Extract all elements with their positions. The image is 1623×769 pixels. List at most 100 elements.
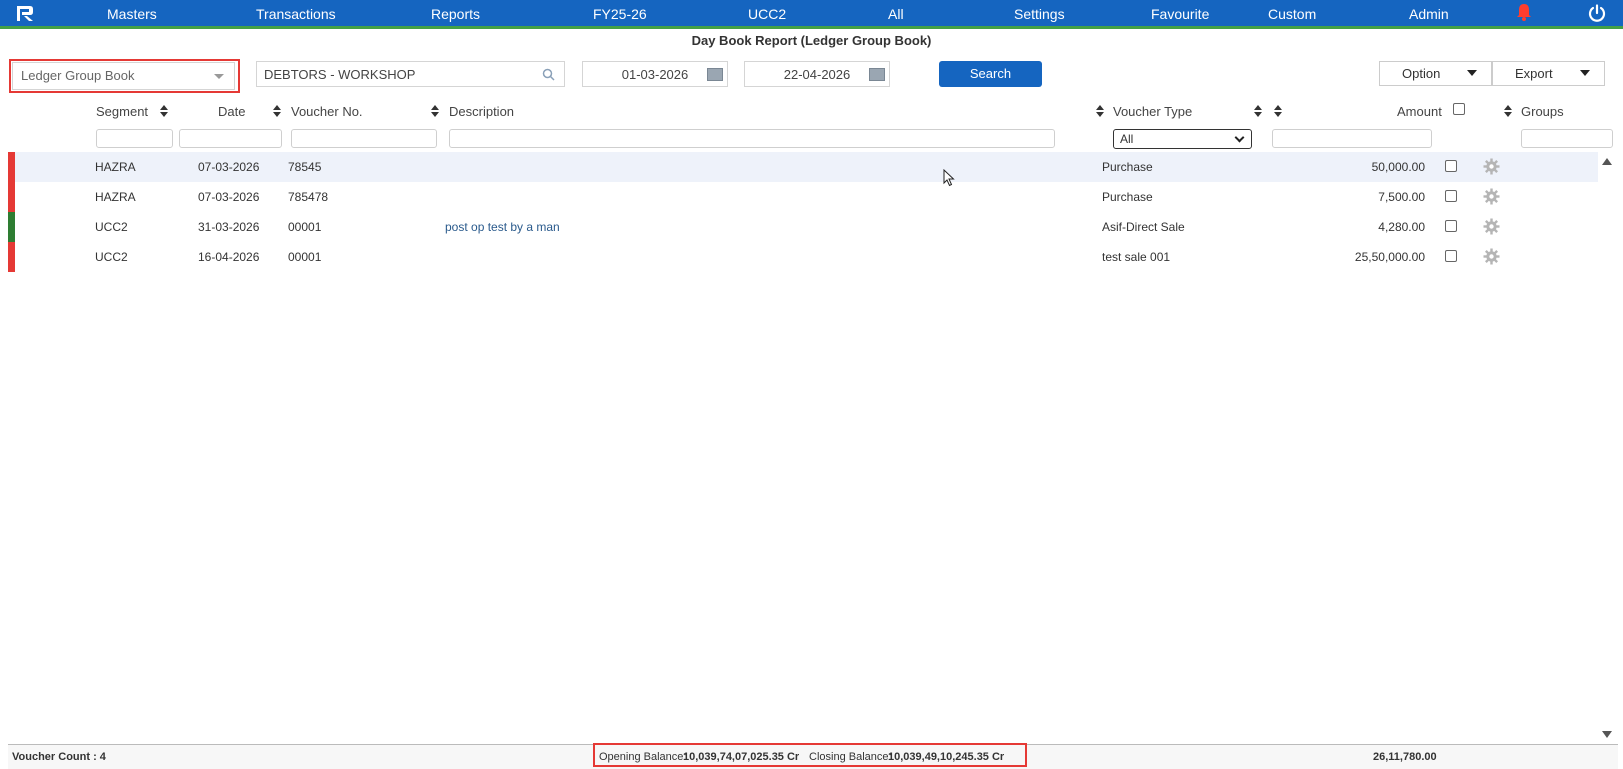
header-voucher-type[interactable]: Voucher Type <box>1113 104 1192 119</box>
sort-icon[interactable] <box>1096 105 1104 117</box>
header-segment[interactable]: Segment <box>96 104 148 119</box>
header-voucher-no[interactable]: Voucher No. <box>291 104 363 119</box>
scroll-up-arrow[interactable] <box>1602 158 1612 165</box>
cell-amount: 7,500.00 <box>1378 190 1425 204</box>
to-date-value: 22-04-2026 <box>783 67 851 82</box>
nav-transactions[interactable]: Transactions <box>256 6 336 22</box>
app-logo-icon[interactable] <box>15 4 35 23</box>
sort-icon[interactable] <box>273 105 281 117</box>
sort-icon[interactable] <box>1254 105 1262 117</box>
row-status-bar <box>8 182 15 212</box>
gear-icon[interactable] <box>1483 218 1500 235</box>
cell-voucher-type: Purchase <box>1102 160 1153 174</box>
nav-settings[interactable]: Settings <box>1014 6 1065 22</box>
header-amount[interactable]: Amount <box>1397 104 1442 119</box>
power-icon[interactable] <box>1588 4 1606 22</box>
row-status-bar <box>8 152 15 182</box>
export-dropdown-button[interactable]: Export <box>1492 61 1605 86</box>
header-groups[interactable]: Groups <box>1521 104 1564 119</box>
gear-icon[interactable] <box>1483 188 1500 205</box>
nav-financial-year[interactable]: FY25-26 <box>593 6 647 22</box>
row-status-bar <box>8 212 15 242</box>
mouse-cursor-icon <box>943 169 955 187</box>
table-row[interactable]: UCC2 31-03-2026 00001 post op test by a man… <box>8 212 1598 242</box>
ledger-group-value: DEBTORS - WORKSHOP <box>264 67 416 82</box>
table-row[interactable]: HAZRA 07-03-2026 78545 Purchase 50,000.00 <box>8 152 1598 182</box>
cell-voucher-no[interactable]: 00001 <box>288 220 321 234</box>
total-amount: 26,11,780.00 <box>1373 751 1437 763</box>
calendar-icon[interactable] <box>707 68 723 81</box>
nav-segment-all[interactable]: All <box>888 6 904 22</box>
date-filter-input[interactable] <box>179 129 282 148</box>
cell-voucher-type: test sale 001 <box>1102 250 1171 264</box>
cell-voucher-no[interactable]: 00001 <box>288 250 321 264</box>
nav-custom[interactable]: Custom <box>1268 6 1316 22</box>
cell-voucher-type: Purchase <box>1102 190 1153 204</box>
sort-icon[interactable] <box>1504 105 1512 117</box>
cell-segment: UCC2 <box>95 250 128 264</box>
scroll-down-arrow[interactable] <box>1602 731 1612 738</box>
from-date-input[interactable]: 01-03-2026 <box>582 61 728 87</box>
nav-favourite[interactable]: Favourite <box>1151 6 1209 22</box>
header-date[interactable]: Date <box>218 104 245 119</box>
gear-icon[interactable] <box>1483 158 1500 175</box>
cell-amount: 50,000.00 <box>1371 160 1425 174</box>
search-button[interactable]: Search <box>939 61 1042 87</box>
select-all-checkbox[interactable] <box>1453 103 1465 115</box>
sort-icon[interactable] <box>160 105 168 117</box>
row-checkbox[interactable] <box>1445 250 1457 262</box>
row-checkbox[interactable] <box>1445 220 1457 232</box>
to-date-input[interactable]: 22-04-2026 <box>744 61 890 87</box>
book-type-select[interactable]: Ledger Group Book <box>12 62 235 90</box>
caret-down-icon <box>1580 70 1590 76</box>
cell-amount: 4,280.00 <box>1378 220 1425 234</box>
export-label: Export <box>1515 66 1553 81</box>
top-navbar: Masters Transactions Reports FY25-26 UCC… <box>0 0 1623 29</box>
ledger-group-input[interactable]: DEBTORS - WORKSHOP <box>256 61 565 87</box>
gear-icon[interactable] <box>1483 248 1500 265</box>
nav-reports[interactable]: Reports <box>431 6 480 22</box>
day-book-report-page: Masters Transactions Reports FY25-26 UCC… <box>0 0 1623 769</box>
chevron-down-icon <box>1234 132 1245 143</box>
description-filter-input[interactable] <box>449 129 1055 148</box>
report-footer: Voucher Count : 4 Opening Balance: 10,03… <box>8 743 1618 769</box>
calendar-icon[interactable] <box>869 68 885 81</box>
voucher-type-filter-value: All <box>1120 132 1134 146</box>
closing-balance-value: 10,039,49,10,245.35 Cr <box>888 751 1005 763</box>
table-row[interactable]: HAZRA 07-03-2026 785478 Purchase 7,500.00 <box>8 182 1598 212</box>
cell-voucher-no[interactable]: 78545 <box>288 160 321 174</box>
cell-date: 07-03-2026 <box>198 190 260 204</box>
nav-masters[interactable]: Masters <box>107 6 157 22</box>
sort-icon[interactable] <box>1274 105 1282 117</box>
cell-date: 31-03-2026 <box>198 220 260 234</box>
cell-voucher-type: Asif-Direct Sale <box>1102 220 1185 234</box>
segment-filter-input[interactable] <box>96 129 173 148</box>
bell-icon[interactable] <box>1514 2 1534 22</box>
groups-filter-input[interactable] <box>1521 129 1613 148</box>
voucher-no-filter-input[interactable] <box>291 129 437 148</box>
chevron-down-icon <box>214 74 224 79</box>
opening-balance-value: 10,039,74,07,025.35 Cr <box>683 751 800 763</box>
row-checkbox[interactable] <box>1445 160 1457 172</box>
amount-filter-input[interactable] <box>1272 129 1432 148</box>
table-row[interactable]: UCC2 16-04-2026 00001 test sale 001 25,50,00… <box>8 242 1598 272</box>
cell-description[interactable]: post op test by a man <box>445 220 560 234</box>
option-dropdown-button[interactable]: Option <box>1379 61 1492 86</box>
caret-down-icon <box>1467 70 1477 76</box>
opening-balance-label: Opening Balance: <box>599 751 687 763</box>
sort-icon[interactable] <box>431 105 439 117</box>
search-icon[interactable] <box>542 68 555 81</box>
book-type-value: Ledger Group Book <box>21 68 135 83</box>
cell-segment: HAZRA <box>95 190 136 204</box>
nav-admin[interactable]: Admin <box>1409 6 1449 22</box>
cell-segment: UCC2 <box>95 220 128 234</box>
header-description[interactable]: Description <box>449 104 514 119</box>
cell-date: 16-04-2026 <box>198 250 260 264</box>
voucher-type-filter-select[interactable]: All <box>1113 129 1252 149</box>
option-label: Option <box>1402 66 1441 81</box>
cell-amount: 25,50,000.00 <box>1354 250 1425 264</box>
cell-voucher-no[interactable]: 785478 <box>288 190 328 204</box>
row-checkbox[interactable] <box>1445 190 1457 202</box>
from-date-value: 01-03-2026 <box>621 67 689 82</box>
nav-company[interactable]: UCC2 <box>748 6 786 22</box>
